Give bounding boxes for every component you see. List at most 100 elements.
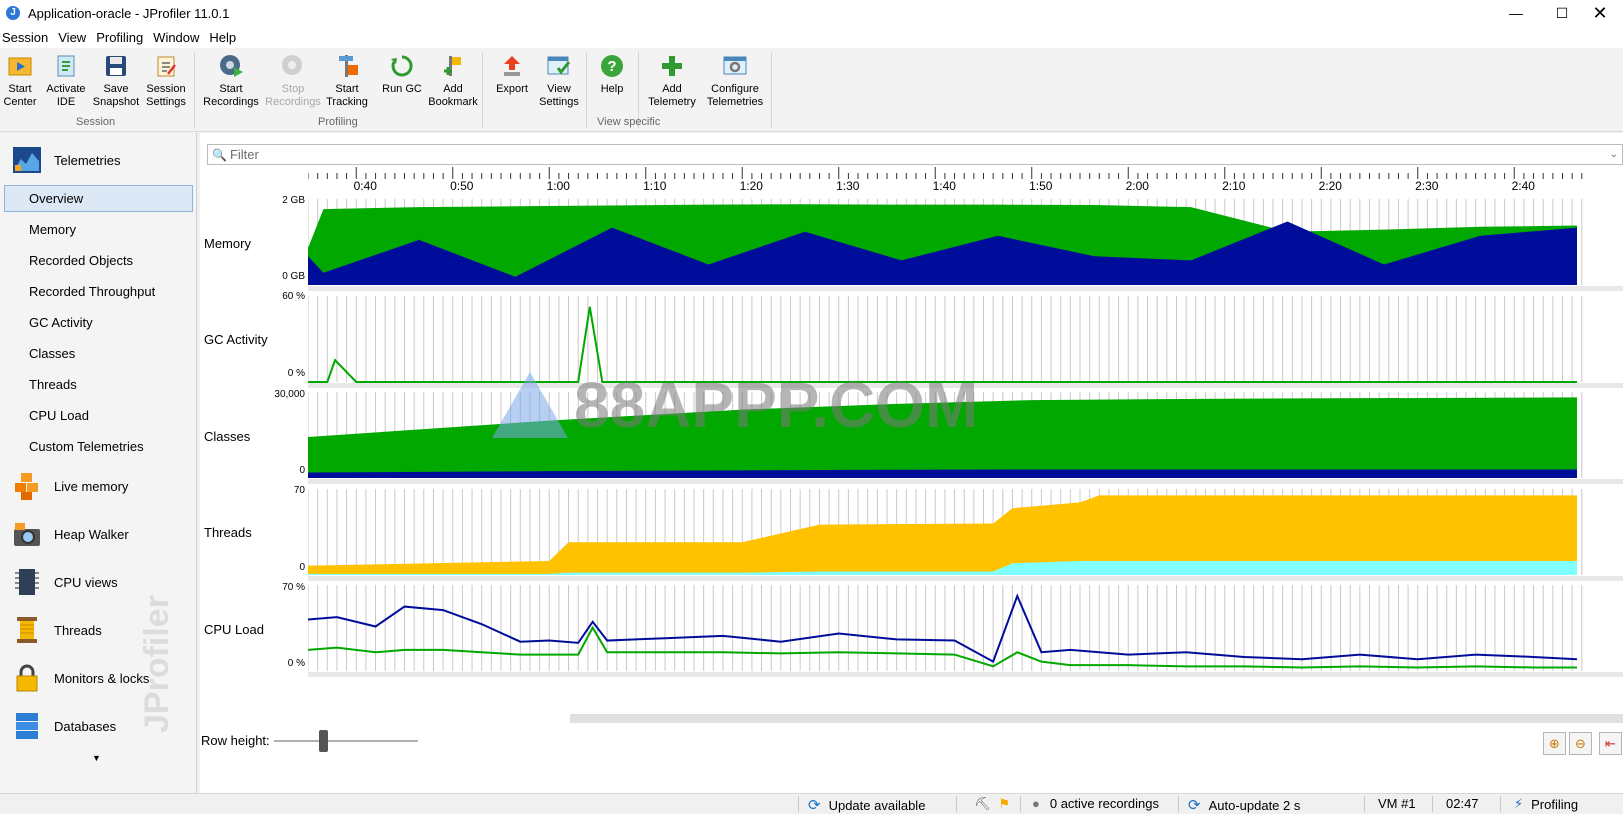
menu-window[interactable]: Window	[151, 30, 207, 45]
zoom-in-icon: ⊕	[1549, 735, 1560, 751]
sidebar-item-custom-telemetries[interactable]: Custom Telemetries	[29, 439, 144, 454]
window-title: Application-oracle - JProfiler 11.0.1	[28, 5, 230, 21]
jprofiler-app-icon: J	[6, 6, 20, 20]
fit-to-window-button[interactable]: ⇤	[1599, 732, 1622, 755]
vm-status: VM #1	[1378, 796, 1416, 811]
zoom-in-button[interactable]: ⊕	[1543, 732, 1566, 755]
active-recordings-status: ● 0 active recordings	[1032, 796, 1159, 811]
export-arrow-icon	[499, 53, 525, 79]
save-snapshot-button[interactable]: Save Snapshot	[92, 50, 140, 116]
sidebar-item-gc-activity[interactable]: GC Activity	[29, 315, 93, 330]
zoom-out-button[interactable]: ⊖	[1569, 732, 1592, 755]
minimize-button[interactable]: —	[1493, 0, 1539, 26]
sidebar-section-heap-walker[interactable]: Heap Walker	[12, 519, 129, 549]
svg-text:?: ?	[607, 58, 616, 75]
tracking-icon	[334, 53, 360, 79]
start-tracking-button[interactable]: Start Tracking	[324, 50, 370, 116]
sidebar-section-threads[interactable]: Threads	[12, 615, 102, 645]
elapsed-time: 02:47	[1446, 796, 1479, 811]
threads-axis-max: 70	[293, 485, 305, 496]
title-bar: J Application-oracle - JProfiler 11.0.1 …	[0, 0, 1623, 26]
menu-help[interactable]: Help	[207, 30, 244, 45]
start-recordings-button[interactable]: Start Recordings	[202, 50, 260, 116]
row-label-memory: Memory	[204, 236, 251, 251]
update-available[interactable]: ⟳ Update available	[808, 796, 925, 814]
menu-profiling[interactable]: Profiling	[94, 30, 151, 45]
cpu-process-line	[308, 593, 1578, 664]
export-button[interactable]: Export	[490, 50, 534, 116]
sidebar-item-recorded-objects[interactable]: Recorded Objects	[29, 253, 133, 268]
settings-clipboard-icon	[153, 53, 179, 79]
view-settings-icon	[546, 53, 572, 79]
start-center-button[interactable]: Start Center	[2, 50, 38, 116]
sidebar-item-overview[interactable]: Overview	[29, 191, 83, 206]
gc-activity-line	[308, 306, 1577, 383]
bookmark-status[interactable]: ⛏ ⚑	[974, 796, 1010, 812]
sidebar-section-cpu-views[interactable]: CPU views	[12, 567, 118, 597]
view-settings-button[interactable]: View Settings	[536, 50, 582, 116]
stop-reel-icon	[280, 53, 306, 79]
sidebar-item-threads[interactable]: Threads	[29, 377, 77, 392]
cpu-gc-line	[308, 625, 1577, 669]
row-height-slider[interactable]	[273, 729, 418, 752]
close-button[interactable]: ✕	[1577, 0, 1623, 26]
floppy-icon	[103, 53, 129, 79]
recording-dot-icon: ●	[1032, 796, 1040, 811]
cpu-axis-min: 0 %	[287, 658, 305, 669]
status-bar: ⟳ Update available ⛏ ⚑ ● 0 active record…	[0, 793, 1623, 814]
database-icon	[16, 713, 38, 739]
row-height-slider-thumb[interactable]	[318, 729, 328, 752]
sidebar-section-databases[interactable]: Databases	[12, 711, 116, 741]
classes-axis-max: 30,000	[274, 389, 305, 400]
configure-telemetries-button[interactable]: Configure Telemetries	[704, 50, 766, 116]
start-center-icon	[7, 53, 33, 79]
telemetry-rows: Memory 2 GB 0 GB GC Activity 60 % 0 % Cl…	[200, 133, 1623, 693]
horizontal-scrollbar[interactable]	[570, 714, 1623, 723]
cpu-chip-icon	[15, 569, 39, 595]
menu-bar: Session View Profiling Window Help	[0, 26, 1623, 48]
activate-ide-icon	[53, 53, 79, 79]
row-separator	[308, 576, 1623, 581]
auto-update-status[interactable]: ⟳ Auto-update 2 s	[1188, 796, 1300, 814]
row-label-gc-activity: GC Activity	[204, 332, 268, 347]
sidebar-item-cpu-load[interactable]: CPU Load	[29, 408, 89, 423]
row-separator	[308, 383, 1623, 388]
help-button[interactable]: ? Help	[592, 50, 632, 116]
sidebar-section-telemetries[interactable]: Telemetries	[12, 145, 120, 175]
threads-spool-icon	[17, 617, 37, 643]
plus-icon	[659, 53, 685, 79]
sidebar-item-classes[interactable]: Classes	[29, 346, 75, 361]
memory-axis-max: 2 GB	[282, 195, 305, 206]
sidebar-section-monitors-locks[interactable]: Monitors & locks	[12, 663, 149, 693]
add-telemetry-button[interactable]: Add Telemetry	[644, 50, 700, 116]
flag-icon: ⚑	[998, 796, 1011, 811]
menu-session[interactable]: Session	[0, 30, 56, 45]
configure-gear-icon	[722, 53, 748, 79]
sidebar-item-memory[interactable]: Memory	[29, 222, 76, 237]
row-separator	[308, 286, 1623, 291]
classes-axis-min: 0	[299, 465, 305, 476]
activate-ide-button[interactable]: Activate IDE	[44, 50, 88, 116]
stop-recordings-button[interactable]: Stop Recordings	[264, 50, 322, 116]
session-settings-button[interactable]: Session Settings	[144, 50, 188, 116]
memory-axis-min: 0 GB	[282, 271, 305, 282]
threads-axis-min: 0	[299, 562, 305, 573]
telemetry-graphs[interactable]	[308, 133, 1623, 693]
profiling-mode-status: ⚡ Profiling	[1514, 796, 1579, 812]
menu-view[interactable]: View	[56, 30, 94, 45]
lock-icon	[16, 664, 38, 692]
sidebar-scroll-down-icon[interactable]: ▼	[92, 753, 101, 763]
fit-width-icon: ⇤	[1605, 735, 1616, 751]
add-bookmark-button[interactable]: Add Bookmark	[428, 50, 478, 116]
sidebar-item-recorded-throughput[interactable]: Recorded Throughput	[29, 284, 155, 299]
row-label-threads: Threads	[204, 525, 252, 540]
sidebar-section-live-memory[interactable]: Live memory	[12, 471, 128, 501]
bookmark-icon	[440, 53, 466, 79]
classes-total-area	[308, 397, 1577, 478]
gc-axis-max: 60 %	[282, 291, 305, 302]
pin-icon: ⛏	[974, 796, 991, 811]
recycle-icon	[389, 53, 415, 79]
record-reel-icon	[218, 53, 244, 79]
run-gc-button[interactable]: Run GC	[382, 50, 422, 116]
row-separator	[308, 479, 1623, 484]
